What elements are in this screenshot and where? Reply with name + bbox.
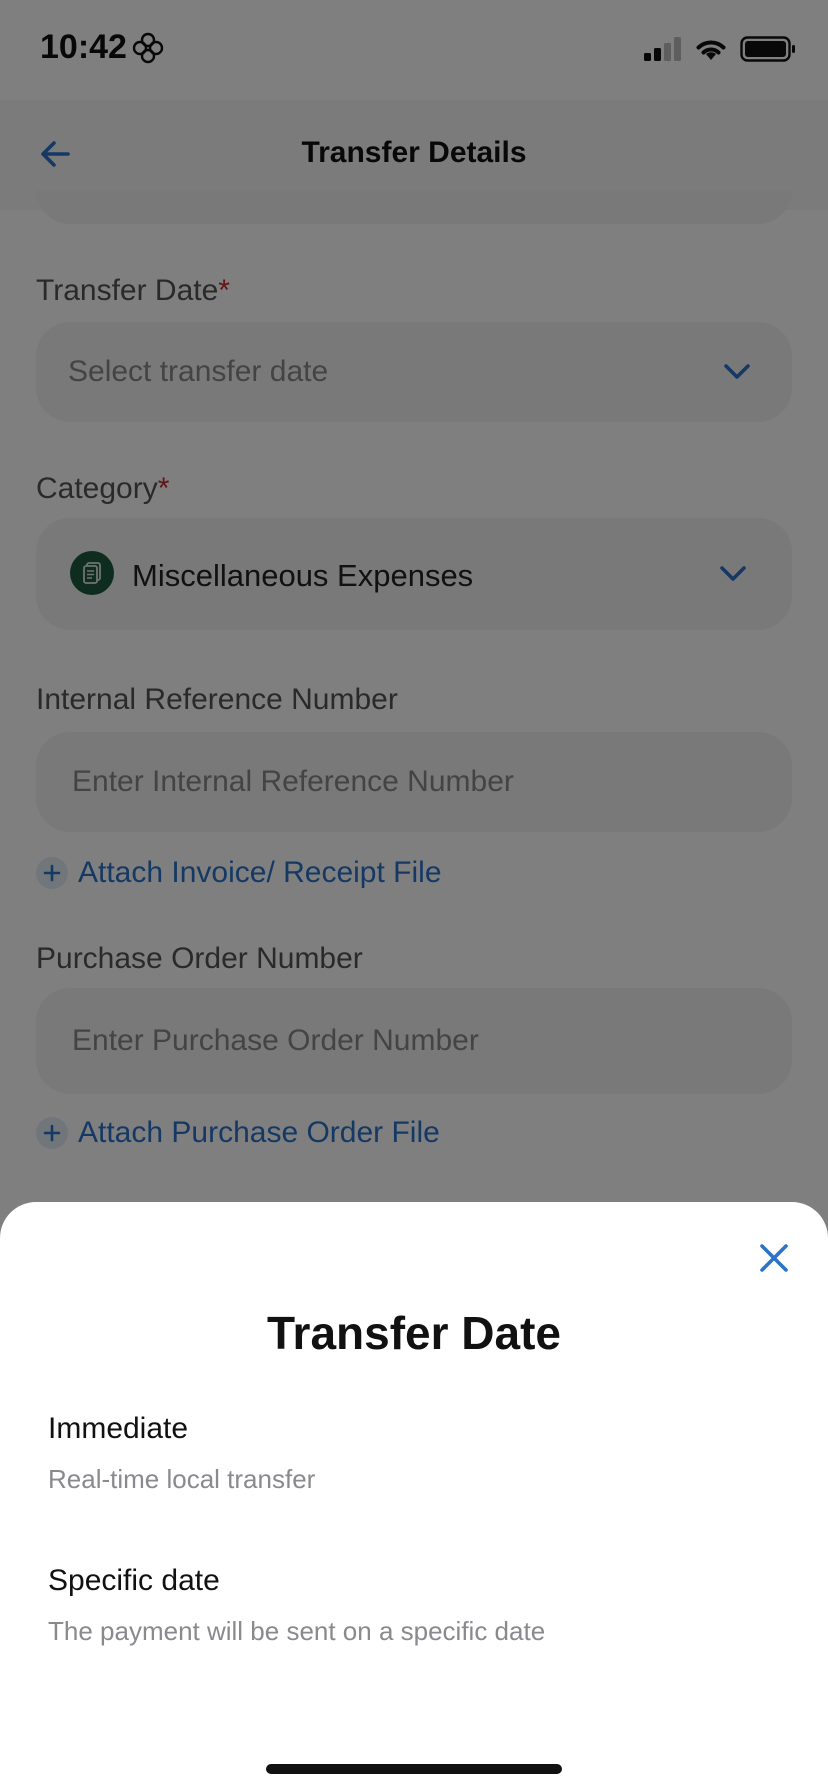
option-title: Specific date xyxy=(48,1564,220,1597)
option-description: Real-time local transfer xyxy=(48,1464,316,1494)
sheet-title: Transfer Date xyxy=(266,1307,561,1359)
transfer-date-sheet: Transfer Date Immediate Real-time local … xyxy=(0,1202,828,1792)
option-specific-date[interactable]: Specific date The payment will be sent o… xyxy=(48,1564,780,1684)
close-icon[interactable] xyxy=(752,1236,796,1280)
option-description: The payment will be sent on a specific d… xyxy=(48,1616,546,1646)
option-immediate[interactable]: Immediate Real-time local transfer xyxy=(48,1412,780,1532)
option-title: Immediate xyxy=(48,1412,189,1445)
home-indicator xyxy=(266,1764,562,1774)
screen: 10:42 xyxy=(0,0,828,1792)
